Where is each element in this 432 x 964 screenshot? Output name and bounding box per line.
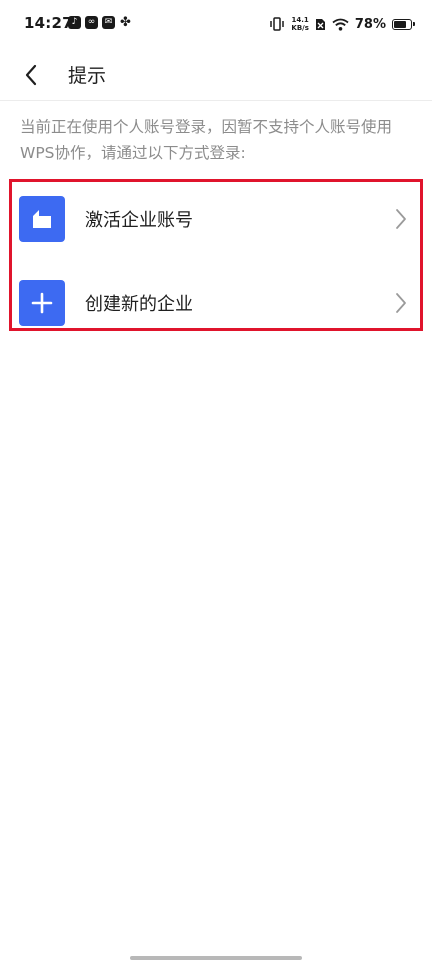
net-speed-value: 14.1 [291, 16, 309, 24]
top-navigation-bar: 提示 [0, 50, 432, 101]
create-new-enterprise-label: 创建新的企业 [85, 293, 193, 315]
battery-fill [394, 20, 407, 28]
fan-icon: ✤ [120, 15, 131, 30]
building-icon [19, 195, 65, 242]
wifi-icon [332, 18, 349, 31]
battery-percent: 78% [354, 16, 386, 32]
back-arrow-icon [25, 64, 37, 86]
no-sim-icon [315, 18, 325, 30]
tiktok-icon: ♪ [68, 16, 81, 29]
status-right-group: 14.1 KB/s 78% [269, 14, 415, 34]
vibrate-icon [270, 17, 285, 31]
login-hint-text: 当前正在使用个人账号登录，因暂不支持个人账号使用WPS协作，请通过以下方式登录: [20, 118, 393, 162]
login-options-list: 激活企业账号 创建新的企业 [9, 179, 423, 331]
back-button[interactable] [14, 58, 48, 92]
message-icon: ✉ [102, 16, 115, 29]
battery-icon [392, 18, 415, 30]
create-new-enterprise-item[interactable]: 创建新的企业 [12, 266, 420, 339]
activate-enterprise-account-item[interactable]: 激活企业账号 [12, 182, 420, 255]
home-indicator[interactable] [130, 956, 302, 960]
page-title: 提示 [68, 65, 107, 87]
status-bar: 14:27 ♪ ∞ ✉ ✤ 14.1 KB/s 78% [0, 0, 432, 50]
chevron-right-icon [394, 292, 408, 314]
net-speed-unit: KB/s [291, 24, 309, 32]
app-notification-icon: ∞ [85, 16, 98, 29]
chevron-right-icon [394, 208, 408, 230]
activate-enterprise-account-label: 激活企业账号 [85, 209, 193, 231]
notification-icons: ♪ ∞ ✉ ✤ [68, 16, 132, 29]
status-time: 14:27 [24, 14, 73, 32]
network-speed: 14.1 KB/s [291, 16, 308, 32]
plus-icon [19, 279, 65, 326]
